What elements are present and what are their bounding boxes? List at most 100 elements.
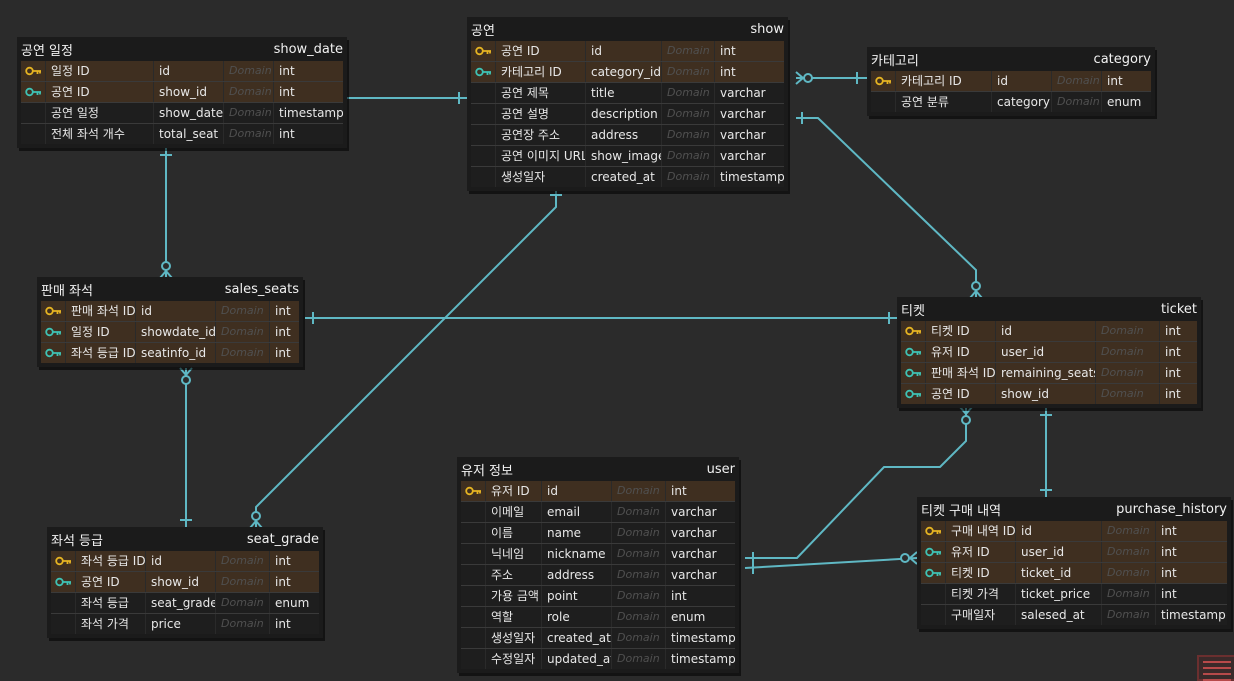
empty-key-cell [471, 146, 495, 166]
column-type: int [714, 41, 784, 61]
table-user[interactable]: 유저 정보 user 유저 ID id Domain int 이메일 email Domain v… [457, 457, 739, 673]
column-row[interactable]: 좌석 등급 ID seatinfo_id Domain int [41, 342, 299, 363]
column-type: varchar [714, 125, 784, 145]
column-row[interactable]: 공연 ID show_id Domain int [51, 571, 319, 592]
column-type: timestamp [273, 103, 343, 123]
foreign-key-icon [901, 363, 925, 383]
column-physical-name: ticket_price [1015, 584, 1101, 604]
column-row[interactable]: 티켓 ID ticket_id Domain int [921, 562, 1227, 583]
column-row[interactable]: 주소 address Domain varchar [461, 564, 735, 585]
primary-key-icon [901, 321, 925, 341]
column-physical-name: show_image [585, 146, 661, 166]
table-header[interactable]: 카테고리 category [867, 47, 1155, 71]
column-physical-name: email [541, 502, 611, 522]
column-type: int [1155, 521, 1227, 541]
column-row[interactable]: 공연 ID show_id Domain int [901, 383, 1197, 404]
table-sales-seats[interactable]: 판매 좌석 sales_seats 판매 좌석 ID id Domain int 일정 ID… [37, 277, 303, 367]
column-logical-name: 주소 [485, 565, 541, 585]
column-row[interactable]: 공연 일정 show_date Domain timestamp [21, 102, 343, 123]
column-row[interactable]: 공연 제목 title Domain varchar [471, 82, 784, 103]
column-row[interactable]: 판매 좌석 IDremaining_seats_idDomainint [901, 362, 1197, 383]
column-row[interactable]: 공연 설명 description Domain varchar [471, 103, 784, 124]
column-type: varchar [714, 104, 784, 124]
column-type: int [665, 586, 735, 606]
column-row[interactable]: 공연장 주소 address Domain varchar [471, 124, 784, 145]
table-show[interactable]: 공연 show 공연 ID id Domain int 카테고리 ID category_id… [467, 17, 788, 191]
column-row[interactable]: 공연 ID id Domain int [471, 41, 784, 61]
column-logical-name: 가용 금액 [485, 586, 541, 606]
column-row[interactable]: 일정 ID showdate_id Domain int [41, 321, 299, 342]
column-row[interactable]: 수정일자 updated_at Domain timestamp [461, 648, 735, 669]
minimap-thumbnail[interactable] [1197, 655, 1234, 681]
column-row[interactable]: 이름 name Domain varchar [461, 522, 735, 543]
table-purchase-history[interactable]: 티켓 구매 내역 purchase_history 구매 내역 ID id Domain… [917, 497, 1231, 629]
column-row[interactable]: 닉네임 nickname Domain varchar [461, 543, 735, 564]
column-row[interactable]: 유저 ID id Domain int [461, 481, 735, 501]
empty-key-cell [461, 649, 485, 669]
table-header[interactable]: 티켓 ticket [897, 297, 1201, 321]
column-physical-name: salesed_at [1015, 605, 1101, 625]
column-row[interactable]: 구매일자 salesed_at Domain timestamp [921, 604, 1227, 625]
empty-key-cell [21, 103, 45, 123]
table-header[interactable]: 티켓 구매 내역 purchase_history [917, 497, 1231, 521]
column-row[interactable]: 생성일자 created_at Domain timestamp [461, 627, 735, 648]
column-type: enum [665, 607, 735, 627]
primary-key-icon [921, 521, 945, 541]
column-row[interactable]: 공연 ID show_id Domain int [21, 81, 343, 102]
table-header[interactable]: 판매 좌석 sales_seats [37, 277, 303, 301]
empty-key-cell [461, 502, 485, 522]
table-header[interactable]: 좌석 등급 seat_grade [47, 527, 323, 551]
column-row[interactable]: 전체 좌석 개수 total_seat Domain int [21, 123, 343, 144]
table-header[interactable]: 공연 show [467, 17, 788, 41]
empty-key-cell [461, 607, 485, 627]
table-seat-grade[interactable]: 좌석 등급 seat_grade 좌석 등급 ID id Domain int 공연 ID s… [47, 527, 323, 638]
column-type: timestamp [1155, 605, 1227, 625]
table-ticket[interactable]: 티켓 ticket 티켓 ID id Domain int 유저 ID user_id Doma… [897, 297, 1201, 408]
column-type: int [269, 322, 299, 342]
column-row[interactable]: 티켓 가격 ticket_price Domain int [921, 583, 1227, 604]
column-physical-name: category_id [585, 62, 661, 82]
column-physical-name: price [145, 614, 215, 634]
table-header[interactable]: 공연 일정 show_date [17, 37, 347, 61]
column-domain: Domain [215, 593, 269, 613]
column-physical-name: user_id [1015, 542, 1101, 562]
column-row[interactable]: 구매 내역 ID id Domain int [921, 521, 1227, 541]
column-logical-name: 좌석 등급 ID [75, 551, 145, 571]
table-title-ko: 공연 [471, 23, 495, 39]
column-row[interactable]: 좌석 가격 price Domain int [51, 613, 319, 634]
table-show-date[interactable]: 공연 일정 show_date 일정 ID id Domain int 공연 ID show_… [17, 37, 347, 148]
column-domain: Domain [223, 124, 273, 144]
foreign-key-icon [21, 82, 45, 102]
foreign-key-icon [921, 542, 945, 562]
empty-key-cell [461, 586, 485, 606]
column-row[interactable]: 유저 ID user_id Domain int [901, 341, 1197, 362]
column-row[interactable]: 일정 ID id Domain int [21, 61, 343, 81]
column-row[interactable]: 카테고리 ID category_id Domain int [471, 61, 784, 82]
table-header[interactable]: 유저 정보 user [457, 457, 739, 481]
column-logical-name: 공연장 주소 [495, 125, 585, 145]
column-row[interactable]: 좌석 등급 ID id Domain int [51, 551, 319, 571]
column-row[interactable]: 공연 이미지 URL show_image Domain varchar [471, 145, 784, 166]
foreign-key-icon [901, 342, 925, 362]
column-row[interactable]: 역할 role Domain enum [461, 606, 735, 627]
column-type: int [269, 572, 319, 592]
column-row[interactable]: 판매 좌석 ID id Domain int [41, 301, 299, 321]
column-domain: Domain [215, 572, 269, 592]
column-row[interactable]: 좌석 등급 seat_grade Domain enum [51, 592, 319, 613]
table-title-ko: 유저 정보 [461, 463, 513, 479]
column-row[interactable]: 생성일자 created_at Domain timestamp [471, 166, 784, 187]
column-row[interactable]: 티켓 ID id Domain int [901, 321, 1197, 341]
column-physical-name: point [541, 586, 611, 606]
column-logical-name: 공연 분류 [895, 92, 991, 112]
column-row[interactable]: 가용 금액 point Domain int [461, 585, 735, 606]
primary-key-icon [51, 551, 75, 571]
column-row[interactable]: 이메일 email Domain varchar [461, 501, 735, 522]
column-domain: Domain [1101, 563, 1155, 583]
column-row[interactable]: 카테고리 ID id Domain int [871, 71, 1151, 91]
column-physical-name: show_id [995, 384, 1095, 404]
column-row[interactable]: 공연 분류 category Domain enum [871, 91, 1151, 112]
table-title-ko: 티켓 구매 내역 [921, 503, 1002, 519]
table-category[interactable]: 카테고리 category 카테고리 ID id Domain int 공연 분류 categ… [867, 47, 1155, 116]
column-physical-name: name [541, 523, 611, 543]
column-row[interactable]: 유저 ID user_id Domain int [921, 541, 1227, 562]
